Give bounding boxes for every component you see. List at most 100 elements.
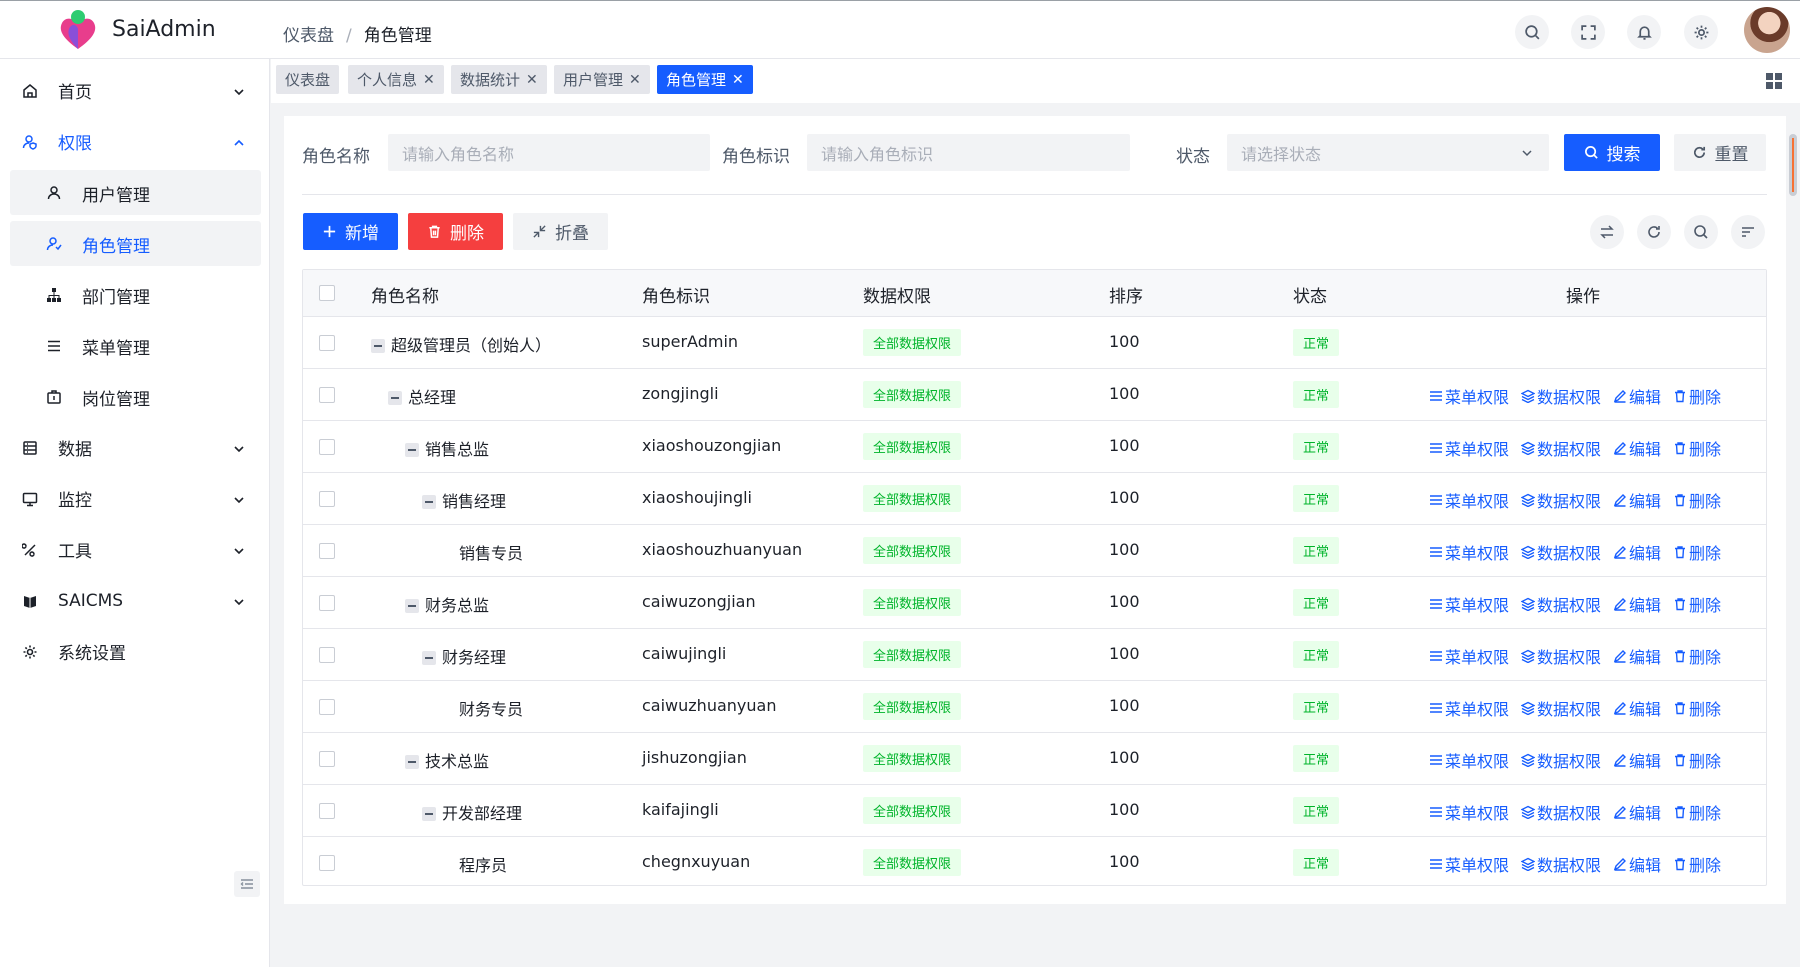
menu-permission-link[interactable]: 菜单权限 [1429,384,1509,408]
menu-permission-link[interactable]: 菜单权限 [1429,488,1509,512]
role-code-input[interactable]: 请输入角色标识 [807,134,1130,171]
delete-link[interactable]: 删除 [1673,644,1721,668]
notification-button[interactable] [1627,15,1661,49]
close-icon[interactable]: ✕ [423,72,435,88]
row-checkbox[interactable] [319,647,335,663]
row-checkbox[interactable] [319,855,335,871]
settings-button[interactable] [1684,15,1718,49]
search-button[interactable]: 搜索 [1564,134,1660,171]
row-checkbox[interactable] [319,387,335,403]
close-icon[interactable]: ✕ [526,72,538,88]
data-permission-link[interactable]: 数据权限 [1521,696,1601,720]
column-settings-button[interactable] [1731,215,1765,249]
delete-link[interactable]: 删除 [1673,852,1721,876]
fullscreen-button[interactable] [1571,15,1605,49]
role-name-input[interactable]: 请输入角色名称 [388,134,710,171]
edit-link[interactable]: 编辑 [1613,800,1661,824]
edit-link[interactable]: 编辑 [1613,748,1661,772]
breadcrumb-home[interactable]: 仪表盘 [283,26,334,46]
collapse-toggle-icon[interactable] [405,754,419,769]
edit-link[interactable]: 编辑 [1613,852,1661,876]
reset-button[interactable]: 重置 [1674,134,1766,171]
sidebar-item-user-management[interactable]: 用户管理 [10,170,261,215]
sidebar-item-tools[interactable]: 工具 [10,527,261,572]
data-permission-link[interactable]: 数据权限 [1521,748,1601,772]
delete-link[interactable]: 删除 [1673,436,1721,460]
menu-permission-link[interactable]: 菜单权限 [1429,800,1509,824]
tab-user-management[interactable]: 用户管理 ✕ [554,65,650,94]
delete-link[interactable]: 删除 [1673,592,1721,616]
edit-link[interactable]: 编辑 [1613,540,1661,564]
row-checkbox[interactable] [319,491,335,507]
delete-link[interactable]: 删除 [1673,748,1721,772]
menu-permission-link[interactable]: 菜单权限 [1429,748,1509,772]
sidebar-item-department-management[interactable]: 部门管理 [10,272,261,317]
edit-link[interactable]: 编辑 [1613,696,1661,720]
menu-permission-link[interactable]: 菜单权限 [1429,696,1509,720]
swap-button[interactable] [1590,215,1624,249]
edit-link[interactable]: 编辑 [1613,384,1661,408]
row-checkbox[interactable] [319,543,335,559]
data-permission-link[interactable]: 数据权限 [1521,800,1601,824]
sidebar-item-system-settings[interactable]: 系统设置 [10,629,261,674]
row-checkbox[interactable] [319,439,335,455]
edit-link[interactable]: 编辑 [1613,488,1661,512]
search-button[interactable] [1515,15,1549,49]
sidebar-item-saicms[interactable]: SAICMS [10,578,261,623]
data-permission-link[interactable]: 数据权限 [1521,540,1601,564]
collapse-toggle-icon[interactable] [422,806,436,821]
delete-button[interactable]: 删除 [408,213,503,250]
close-icon[interactable]: ✕ [629,72,641,88]
refresh-button[interactable] [1637,215,1671,249]
delete-link[interactable]: 删除 [1673,800,1721,824]
edit-link[interactable]: 编辑 [1613,644,1661,668]
sidebar-collapse-button[interactable] [234,871,260,897]
menu-permission-link[interactable]: 菜单权限 [1429,436,1509,460]
collapse-toggle-icon[interactable] [371,338,385,353]
menu-permission-link[interactable]: 菜单权限 [1429,852,1509,876]
avatar[interactable] [1744,7,1790,53]
menu-permission-link[interactable]: 菜单权限 [1429,644,1509,668]
collapse-toggle-icon[interactable] [422,650,436,665]
delete-link[interactable]: 删除 [1673,696,1721,720]
sidebar-item-permission[interactable]: 权限 [10,119,261,164]
row-checkbox[interactable] [319,595,335,611]
delete-link[interactable]: 删除 [1673,488,1721,512]
sidebar-item-monitor[interactable]: 监控 [10,476,261,521]
toggle-search-button[interactable] [1684,215,1718,249]
collapse-toggle-icon[interactable] [405,442,419,457]
collapse-toggle-icon[interactable] [405,598,419,613]
edit-link[interactable]: 编辑 [1613,592,1661,616]
close-icon[interactable]: ✕ [732,72,744,88]
collapse-toggle-icon[interactable] [388,390,402,405]
menu-permission-link[interactable]: 菜单权限 [1429,540,1509,564]
data-permission-link[interactable]: 数据权限 [1521,592,1601,616]
sidebar-item-home[interactable]: 首页 [10,68,261,113]
fold-button[interactable]: 折叠 [513,213,608,250]
data-permission-link[interactable]: 数据权限 [1521,852,1601,876]
data-permission-link[interactable]: 数据权限 [1521,644,1601,668]
sidebar-item-post-management[interactable]: 岗位管理 [10,374,261,419]
status-select[interactable]: 请选择状态 [1227,134,1549,171]
brand-name[interactable]: SaiAdmin [112,17,216,42]
data-permission-link[interactable]: 数据权限 [1521,488,1601,512]
sidebar-item-menu-management[interactable]: 菜单管理 [10,323,261,368]
sidebar-item-data[interactable]: 数据 [10,425,261,470]
tab-role-management[interactable]: 角色管理 ✕ [657,65,753,94]
row-checkbox[interactable] [319,751,335,767]
tab-dashboard[interactable]: 仪表盘 [276,65,340,94]
delete-link[interactable]: 删除 [1673,384,1721,408]
row-checkbox[interactable] [319,803,335,819]
add-button[interactable]: 新增 [303,213,398,250]
collapse-toggle-icon[interactable] [422,494,436,509]
menu-permission-link[interactable]: 菜单权限 [1429,592,1509,616]
data-permission-link[interactable]: 数据权限 [1521,436,1601,460]
row-checkbox[interactable] [319,699,335,715]
scrollbar[interactable] [1789,134,1797,196]
tab-data-statistics[interactable]: 数据统计 ✕ [451,65,547,94]
select-all-checkbox[interactable] [319,285,335,301]
delete-link[interactable]: 删除 [1673,540,1721,564]
edit-link[interactable]: 编辑 [1613,436,1661,460]
data-permission-link[interactable]: 数据权限 [1521,384,1601,408]
apps-grid-icon[interactable] [1765,72,1783,90]
